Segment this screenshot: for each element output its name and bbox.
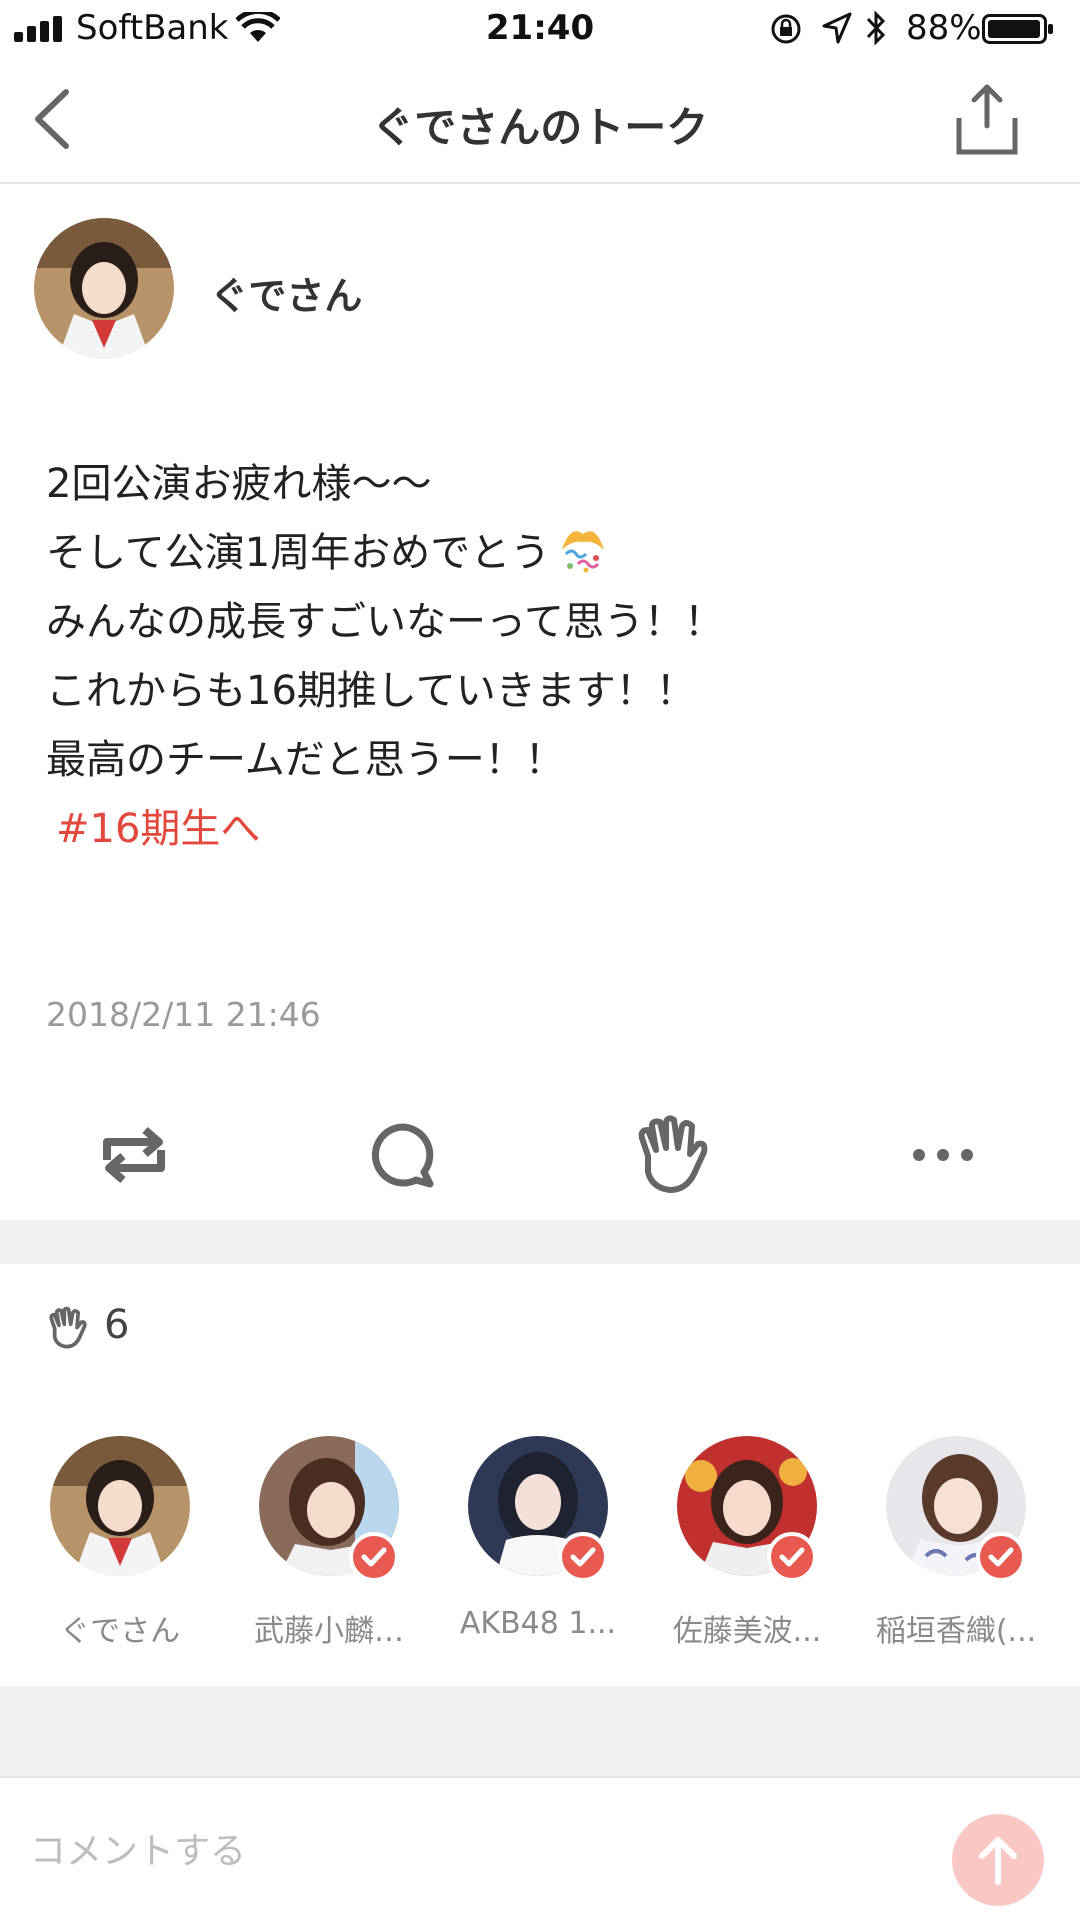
post-line: 2回公演お疲れ様〜〜 [46,461,432,507]
comment-icon[interactable] [358,1110,448,1200]
section-divider [0,1220,1080,1264]
clap-count-icon [49,1306,87,1349]
post-line: 最高のチームだと思うー！！ [46,737,565,783]
verified-badge-icon [558,1532,608,1582]
status-bar: SoftBank 21:40 88% [0,0,1080,56]
verified-badge-icon [976,1532,1026,1582]
nav-header: ぐでさんのトーク [0,56,1080,184]
member-name: 稲垣香織(... [875,1614,1037,1649]
author-name[interactable]: ぐでさん [210,265,362,320]
member-avatar [50,1436,190,1576]
post-line-with-emoji: そして公演1周年おめでとう [46,519,1046,588]
more-icon[interactable] [898,1110,988,1200]
comment-input[interactable] [28,1822,932,1880]
location-icon [822,12,852,44]
arrow-up-icon [979,1837,1017,1885]
orientation-lock-icon [771,14,801,44]
comment-bar [0,1776,1080,1922]
battery-icon [982,14,1053,44]
member-name: 佐藤美波... [672,1614,822,1649]
member-name: ぐでさん [59,1614,181,1649]
author-avatar[interactable] [34,218,174,358]
post-line: これからも16期推していきます！！ [46,668,696,714]
post-timestamp: 2018/2/11 21:46 [46,995,321,1034]
clap-count: 6 [104,1302,130,1348]
verified-badge-icon [767,1532,817,1582]
post-line: そして公演1周年おめでとう [46,530,551,576]
post-line: みんなの成長すごいなーって思う！！ [46,599,724,645]
page-title: ぐでさんのトーク [371,103,709,152]
party-popper-icon [562,531,605,573]
bluetooth-icon [866,10,886,46]
section-divider [0,1686,1080,1776]
clap-icon[interactable] [628,1110,718,1200]
member-name: AKB48 1... [459,1606,617,1641]
post-body: 2回公演お疲れ様〜〜 そして公演1周年おめでとう みんなの成長すごいなーって思う… [46,450,1046,864]
repost-icon[interactable] [89,1110,179,1200]
hashtag-link[interactable]: #16期生へ [56,795,1046,864]
send-button[interactable] [952,1814,1044,1906]
verified-badge-icon [349,1532,399,1582]
battery-percent: 88% [906,8,982,48]
member-name: 武藤小麟… [254,1614,404,1649]
share-icon[interactable] [954,84,1020,156]
